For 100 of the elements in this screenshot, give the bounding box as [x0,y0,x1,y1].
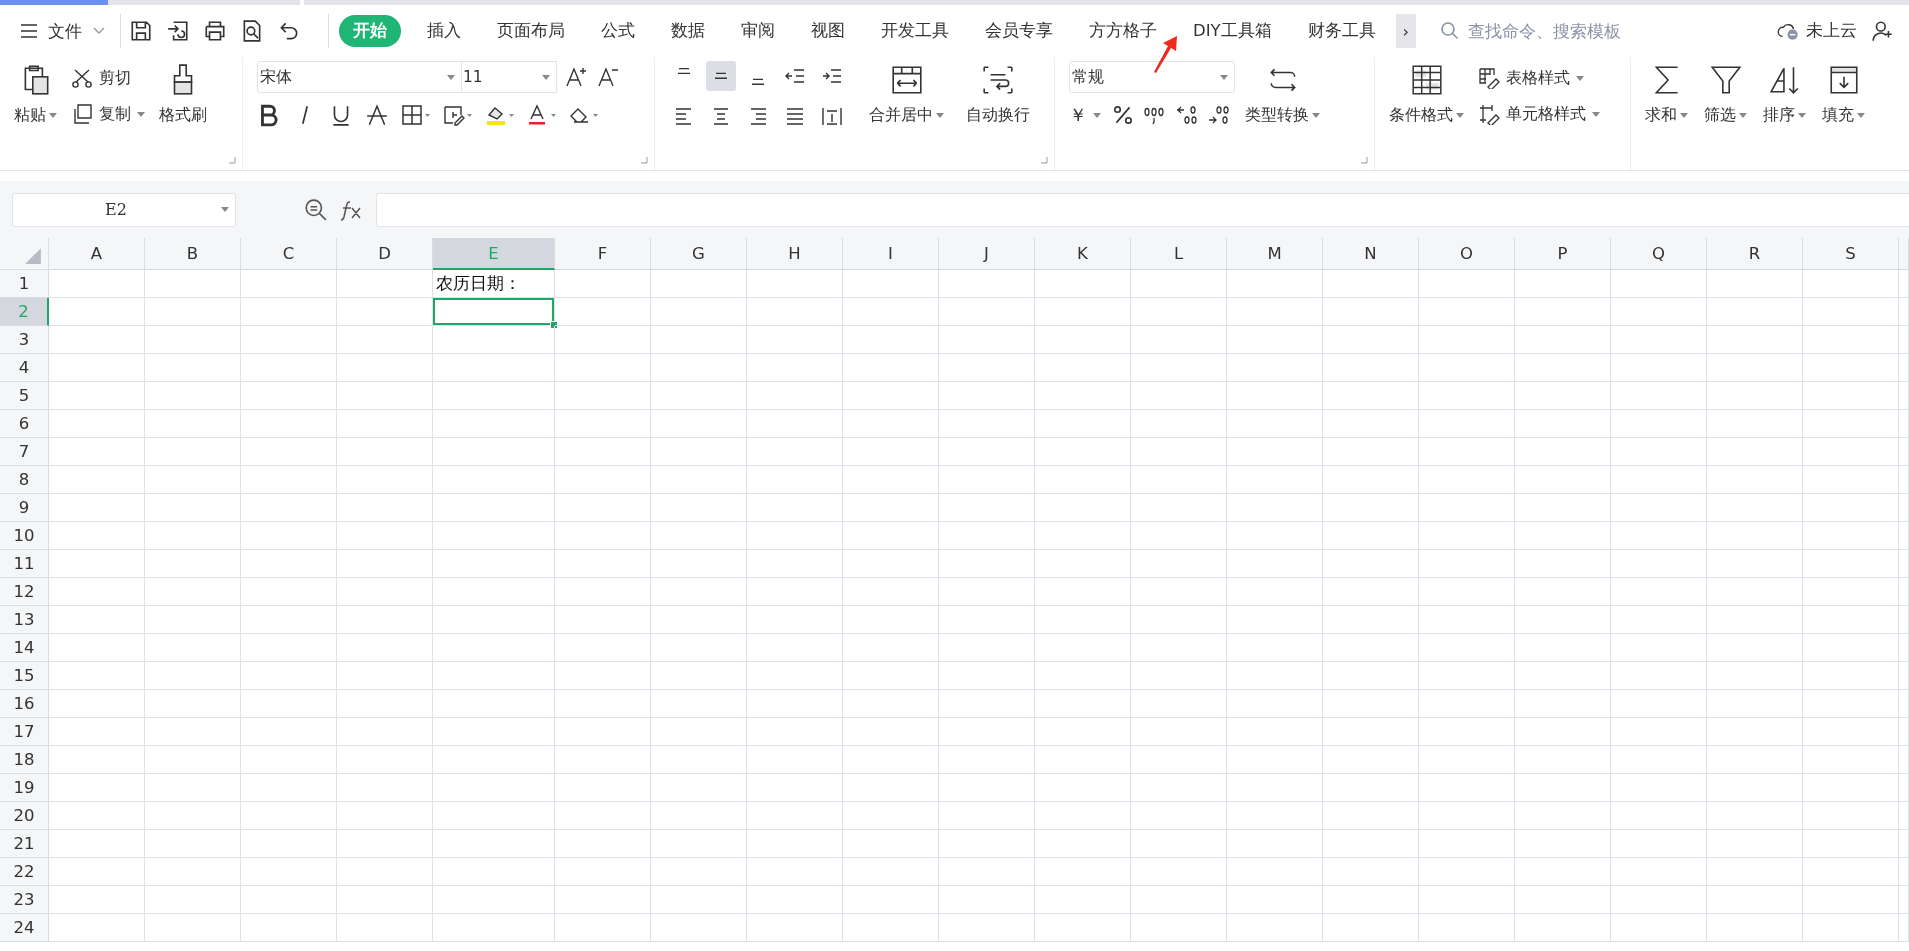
row-header[interactable]: 22 [0,858,49,886]
cell-format-icon[interactable] [443,103,473,127]
vertical-align-icon[interactable] [706,61,736,91]
column-header[interactable]: N [1323,238,1419,270]
number-format-dropdown[interactable]: 常规 [1069,61,1235,93]
strikethrough-icon[interactable] [365,103,389,127]
column-header[interactable]: G [651,238,747,270]
column-header[interactable]: M [1227,238,1323,270]
row-header[interactable]: 11 [0,550,49,578]
merge-center-button[interactable]: 合并居中 [869,61,944,126]
row-header[interactable]: 6 [0,410,49,438]
menu-icon [20,24,38,38]
row-header[interactable]: 21 [0,830,49,858]
formula-input[interactable] [376,192,1909,227]
caret-icon [1456,113,1464,118]
font-name-dropdown[interactable]: 宋体 [257,61,462,93]
row-header[interactable]: 9 [0,494,49,522]
row-header[interactable]: 20 [0,802,49,830]
column-header[interactable]: P [1515,238,1611,270]
ribbon-tab[interactable]: 页面布局 [487,15,575,47]
format-painter-button[interactable]: 格式刷 [159,61,207,126]
ribbon-tab[interactable]: 数据 [661,15,715,47]
row-header[interactable]: 17 [0,718,49,746]
row-header[interactable]: 5 [0,382,49,410]
type-convert-button[interactable]: 类型转换 [1245,61,1320,126]
column-header[interactable]: R [1707,238,1803,270]
print-icon[interactable] [203,19,227,43]
filter-button[interactable]: 筛选 [1704,61,1747,126]
column-header[interactable]: S [1803,238,1899,270]
row-header[interactable]: 7 [0,438,49,466]
table-style-button[interactable]: 表格样式 [1478,67,1600,89]
column-header[interactable]: K [1035,238,1131,270]
decrease-decimal-icon[interactable] [1207,103,1231,127]
column-header[interactable]: A [49,238,145,270]
wrap-text-button[interactable]: 自动换行 [966,61,1030,126]
sum-button[interactable]: 求和 [1645,61,1688,126]
column-header[interactable]: L [1131,238,1227,270]
column-header[interactable]: D [337,238,433,270]
column-header[interactable]: O [1419,238,1515,270]
sort-button[interactable]: 排序 [1763,61,1806,126]
column-header[interactable]: H [747,238,843,270]
zoom-formula-icon[interactable] [304,197,328,222]
font-size-dropdown[interactable]: 11 [461,61,557,93]
row-header[interactable]: 19 [0,774,49,802]
selected-cell[interactable] [433,298,555,326]
row-header[interactable]: 10 [0,522,49,550]
ribbon-tab[interactable]: 财务工具 [1297,15,1386,47]
column-header[interactable]: I [843,238,939,270]
ribbon-tab[interactable]: 插入 [417,15,471,47]
ribbon-tab[interactable]: 方方格子 [1079,15,1167,47]
paste-button[interactable]: 粘贴 [14,61,57,126]
table-cell: 农历日期： [433,270,555,298]
row-header[interactable]: 13 [0,606,49,634]
row-header[interactable]: 15 [0,662,49,690]
decrease-font-icon[interactable] [597,65,621,89]
more-tabs-button[interactable]: › [1395,14,1416,48]
column-header[interactable]: F [555,238,651,270]
file-menu[interactable]: 文件 [20,19,106,43]
copy-button[interactable]: 复制 [71,103,145,125]
row-header[interactable]: 4 [0,354,49,382]
export-icon[interactable] [166,19,190,43]
name-box[interactable]: E2 [12,192,236,227]
conditional-format-button[interactable]: 条件格式 [1389,61,1464,126]
caret-icon [49,113,57,118]
row-header[interactable]: 3 [0,326,49,354]
ribbon-tab[interactable]: 审阅 [731,15,785,47]
row-header[interactable]: 23 [0,886,49,914]
triangle-icon [24,247,42,265]
ribbon-tab[interactable]: 视图 [801,15,855,47]
cell-style-button[interactable]: 单元格样式 [1478,103,1600,125]
row-header[interactable]: 14 [0,634,49,662]
column-header[interactable]: Q [1611,238,1707,270]
increase-font-icon[interactable] [565,65,589,89]
row-header[interactable]: 18 [0,746,49,774]
fill-button[interactable]: 填充 [1822,61,1865,126]
ribbon-tab[interactable]: 会员专享 [975,15,1063,47]
row-header[interactable]: 16 [0,690,49,718]
caret-icon [1093,112,1101,118]
row-header[interactable]: 8 [0,466,49,494]
font-color-icon[interactable] [527,103,557,127]
save-icon[interactable] [129,19,153,43]
currency-button[interactable]: ￥ [1069,103,1101,127]
row-header[interactable]: 24 [0,914,49,942]
fill-handle[interactable] [550,321,558,329]
cloud-status: 未上云 [1806,20,1857,42]
increase-decimal-icon[interactable] [1175,103,1199,127]
add-user-icon[interactable] [1871,19,1895,43]
ribbon-tab[interactable]: 公式 [591,15,645,47]
chevron-icon [92,26,106,36]
row-header[interactable]: 12 [0,578,49,606]
ribbon-tab[interactable]: 开发工具 [871,15,959,47]
cut-button[interactable]: 剪切 [71,67,145,89]
column-header[interactable]: J [939,238,1035,270]
column-header[interactable]: B [145,238,241,270]
column-header[interactable]: C [241,238,337,270]
row-header[interactable]: 1 [0,270,49,298]
percent-icon[interactable] [1111,103,1135,127]
ribbon-tab[interactable]: DIY工具箱 [1183,15,1282,47]
borders-icon[interactable] [401,103,431,127]
copy-icon [71,103,93,125]
